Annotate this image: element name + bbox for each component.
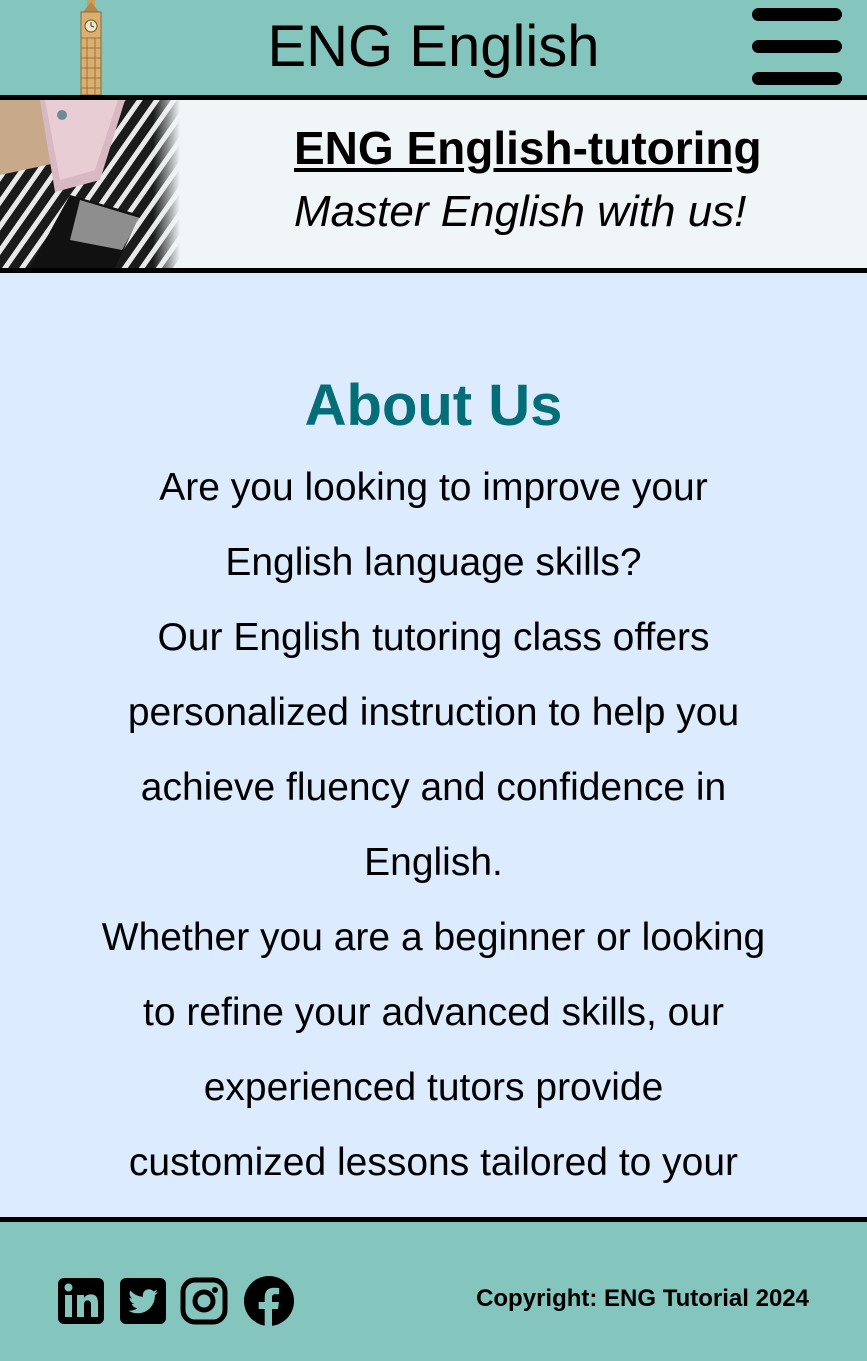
about-line: Are you looking to improve your bbox=[159, 466, 708, 509]
footer: Copyright: ENG Tutorial 2024 bbox=[0, 1217, 867, 1361]
about-line: to refine your advanced skills, our bbox=[143, 991, 724, 1034]
hero-banner: ENG English-tutoring Master English with… bbox=[0, 100, 867, 273]
about-heading: About Us bbox=[304, 373, 563, 438]
menu-bar bbox=[752, 72, 842, 85]
about-paragraph: Are you looking to improve your English … bbox=[60, 450, 807, 1200]
about-line: experienced tutors provide bbox=[203, 1066, 664, 1109]
menu-bar bbox=[752, 40, 842, 53]
about-line: English language skills? bbox=[225, 541, 642, 584]
hero-desk-image bbox=[0, 100, 180, 268]
hero-title: ENG English-tutoring bbox=[294, 122, 762, 174]
top-navbar: ENG English bbox=[0, 0, 867, 100]
facebook-icon[interactable] bbox=[243, 1275, 295, 1327]
about-line: Whether you are a beginner or looking bbox=[101, 916, 766, 959]
instagram-icon[interactable] bbox=[180, 1277, 228, 1325]
about-line: achieve fluency and confidence in bbox=[140, 766, 727, 809]
menu-bar bbox=[752, 8, 842, 21]
hero-subtitle: Master English with us! bbox=[294, 187, 747, 236]
linkedin-icon[interactable] bbox=[57, 1277, 105, 1325]
main-content: About Us Are you looking to improve your… bbox=[0, 273, 867, 1217]
about-line: customized lessons tailored to your bbox=[128, 1141, 739, 1184]
hamburger-menu-icon[interactable] bbox=[752, 8, 842, 86]
site-title[interactable]: ENG English bbox=[0, 14, 867, 80]
about-line: personalized instruction to help you bbox=[127, 691, 740, 734]
about-line: Our English tutoring class offers bbox=[157, 616, 710, 659]
twitter-icon[interactable] bbox=[119, 1277, 167, 1325]
copyright-text: Copyright: ENG Tutorial 2024 bbox=[476, 1285, 809, 1312]
about-line: English. bbox=[364, 841, 503, 884]
